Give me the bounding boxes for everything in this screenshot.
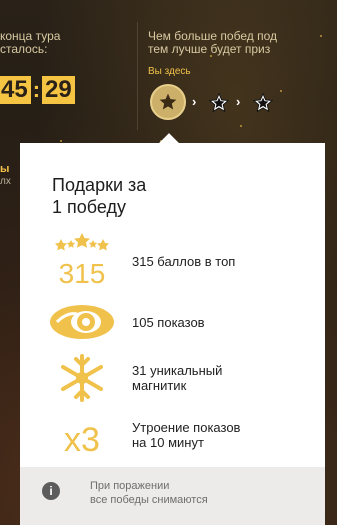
reward-icon-number: x3 xyxy=(64,421,100,457)
reward-label: 315 баллов в топ xyxy=(132,253,236,269)
popup-footer: i При поражении все победы снимаются xyxy=(20,467,325,525)
star-icon xyxy=(159,93,177,110)
prize-progress-block: Чем больше побед под тем лучше будет при… xyxy=(148,0,337,130)
timer-seconds: 29 xyxy=(42,76,75,104)
chevron-right-icon: › xyxy=(192,94,197,109)
reward-label: 31 уникальный магнитик xyxy=(132,363,223,393)
tour-timer-block: конца тура сталось: 45 : 29 xyxy=(0,0,135,130)
win-steps: › › xyxy=(150,82,337,122)
eye-icon xyxy=(32,292,132,352)
star-outline-icon[interactable] xyxy=(208,92,230,114)
popup-title: Подарки за 1 победу xyxy=(52,175,147,217)
reward-icon-number: 315 xyxy=(59,258,106,289)
timer-label: конца тура сталось: xyxy=(0,29,61,56)
reward-item: 31 уникальный магнитик xyxy=(32,348,302,408)
current-step-button[interactable] xyxy=(150,84,186,120)
footer-note: При поражении все победы снимаются xyxy=(90,480,208,506)
header-divider xyxy=(137,22,138,130)
you-are-here-label: Вы здесь xyxy=(148,66,191,77)
reward-label: Утроение показов на 10 минут xyxy=(132,420,241,450)
timer-minutes: 45 xyxy=(0,76,31,104)
timer-separator: : xyxy=(32,77,41,102)
stars-315-icon: 315 xyxy=(32,231,132,291)
info-icon: i xyxy=(42,482,60,500)
countdown-timer: 45 : 29 xyxy=(0,76,75,104)
chevron-right-icon: › xyxy=(236,94,241,109)
sparkle xyxy=(60,140,62,142)
prize-label: Чем больше побед под тем лучше будет при… xyxy=(148,29,277,56)
rewards-popup: Подарки за 1 победу 315 315 баллов в топ xyxy=(20,143,325,525)
side-text: ы xyxy=(0,163,10,175)
reward-item: x3 Утроение показов на 10 минут xyxy=(32,405,302,465)
reward-label: 105 показов xyxy=(132,314,205,330)
snowflake-icon xyxy=(32,348,132,408)
reward-item: 105 показов xyxy=(32,292,302,352)
star-outline-icon[interactable] xyxy=(252,92,274,114)
reward-item: 315 315 баллов в топ xyxy=(32,231,302,291)
x3-multiplier-icon: x3 xyxy=(32,405,132,465)
side-text: лх xyxy=(0,176,11,187)
